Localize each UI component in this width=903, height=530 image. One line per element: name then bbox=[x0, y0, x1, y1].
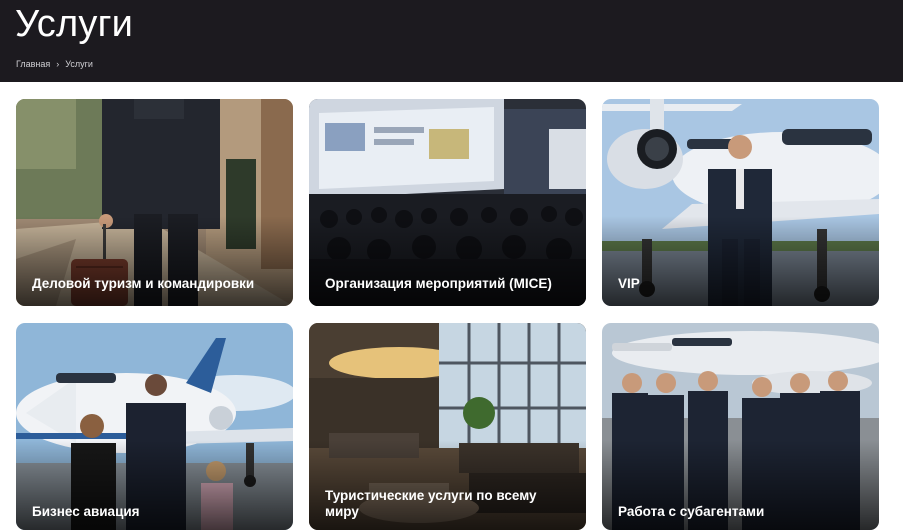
page-title: Услуги bbox=[15, 3, 134, 45]
service-card-subagents[interactable]: Работа с субагентами bbox=[602, 323, 879, 530]
service-card-business-aviation[interactable]: Бизнес авиация bbox=[16, 323, 293, 530]
service-card-label: Организация мероприятий (MICE) bbox=[325, 276, 552, 291]
breadcrumb: Главная › Услуги bbox=[16, 59, 93, 69]
service-card-label: VIP bbox=[618, 276, 640, 291]
service-card-vip[interactable]: VIP bbox=[602, 99, 879, 306]
card-gradient bbox=[309, 216, 586, 306]
service-card-label: Бизнес авиация bbox=[32, 504, 140, 519]
breadcrumb-separator-icon: › bbox=[56, 59, 60, 69]
breadcrumb-current: Услуги bbox=[65, 59, 93, 69]
service-card-label: Работа с субагентами bbox=[618, 504, 765, 519]
card-gradient bbox=[16, 216, 293, 306]
card-gradient bbox=[602, 216, 879, 306]
page-header: Услуги Главная › Услуги bbox=[0, 0, 903, 82]
service-card-business-travel[interactable]: Деловой туризм и командировки bbox=[16, 99, 293, 306]
service-card-label: Деловой туризм и командировки bbox=[32, 276, 255, 291]
breadcrumb-home-link[interactable]: Главная bbox=[16, 59, 50, 69]
service-card-world-tourism[interactable]: Туристические услуги по всему миру bbox=[309, 323, 586, 530]
service-card-label: Туристические услуги по всему миру bbox=[325, 488, 537, 519]
service-card-mice[interactable]: Организация мероприятий (MICE) bbox=[309, 99, 586, 306]
